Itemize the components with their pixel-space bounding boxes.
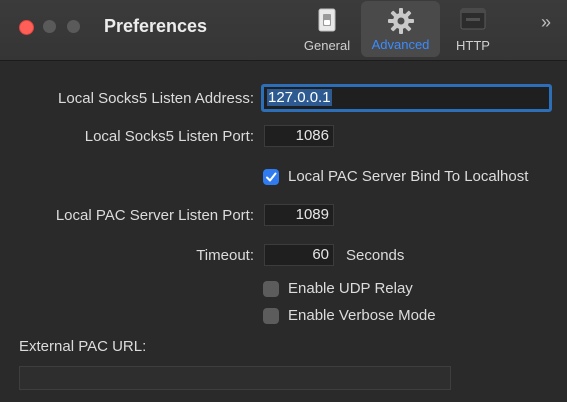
titlebar: Preferences General Advanced HTTP » [0,0,567,61]
window-title: Preferences [104,16,208,36]
tab-general[interactable]: General [297,1,357,58]
external-pac-url-label: External PAC URL: [19,338,147,355]
listen-address-value: 127.0.0.1 [267,89,332,106]
toolbar-overflow-button[interactable]: » [541,12,551,33]
listen-address-label: Local Socks5 Listen Address: [58,90,254,107]
verbose-mode-label: Enable Verbose Mode [288,307,436,324]
gear-icon [387,8,414,39]
pac-listen-port-label: Local PAC Server Listen Port: [55,207,254,224]
tab-http-label: HTTP [456,38,490,53]
pac-listen-port-field[interactable]: 1089 [264,204,334,226]
tab-advanced[interactable]: Advanced [361,1,440,57]
tab-advanced-label: Advanced [371,37,430,52]
listen-port-label: Local Socks5 Listen Port: [84,128,254,145]
external-pac-url-field[interactable] [19,366,451,390]
udp-relay-label: Enable UDP Relay [288,280,413,297]
checkbox-checked[interactable] [263,169,279,185]
listen-port-field[interactable]: 1086 [264,125,334,147]
zoom-button[interactable] [67,20,80,33]
checkbox-unchecked[interactable] [263,308,279,324]
timeout-field[interactable]: 60 [264,244,334,266]
tab-http[interactable]: HTTP [447,1,499,58]
pac-bind-localhost-label: Local PAC Server Bind To Localhost [288,168,529,185]
http-icon [460,8,486,35]
close-button[interactable] [19,20,34,35]
timeout-label: Timeout: [196,247,254,264]
preferences-window: Preferences General Advanced HTTP » Loca… [0,0,567,402]
minimize-button[interactable] [43,20,56,33]
checkbox-unchecked[interactable] [263,281,279,297]
timeout-unit: Seconds [346,247,405,264]
tab-general-label: General [303,38,351,53]
listen-address-field[interactable]: 127.0.0.1 [261,84,552,112]
switch-icon [318,8,336,37]
